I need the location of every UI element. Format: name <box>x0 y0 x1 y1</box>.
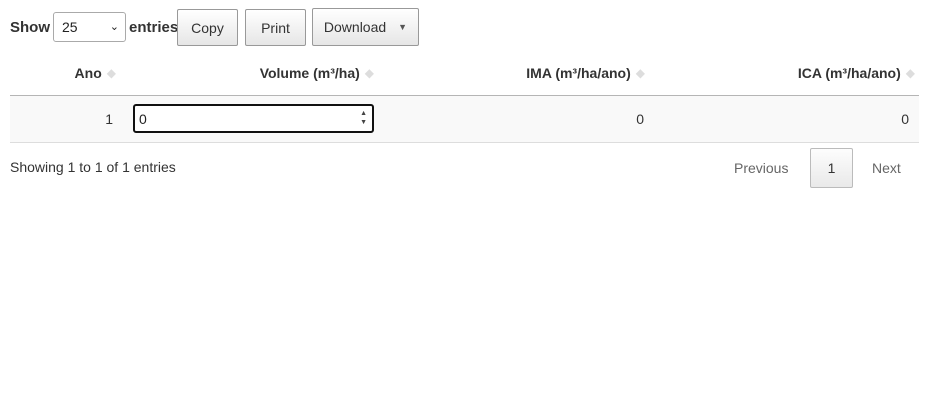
column-header-ano[interactable]: Ano ◆ <box>75 65 116 81</box>
column-header-volume[interactable]: Volume (m³/ha) ◆ <box>260 65 374 81</box>
volume-input[interactable]: 0 ▲ ▼ <box>133 104 374 133</box>
column-header-label: ICA (m³/ha/ano) <box>797 65 901 81</box>
chevron-down-icon: ⌄ <box>109 21 119 33</box>
length-label-suffix: entries <box>129 18 179 36</box>
page-button-1[interactable]: 1 <box>810 148 853 188</box>
cell-ica: 0 <box>901 111 909 127</box>
sort-icon: ◆ <box>635 66 645 80</box>
download-button-label: Download <box>323 19 387 35</box>
print-button[interactable]: Print <box>245 9 306 46</box>
spin-button-icon[interactable]: ▲ ▼ <box>360 109 367 127</box>
column-header-label: IMA (m³/ha/ano) <box>526 65 631 81</box>
download-button[interactable]: Download ▼ <box>312 8 419 46</box>
cell-ima: 0 <box>636 111 644 127</box>
page-length-value: 25 <box>62 19 78 35</box>
sort-icon: ◆ <box>106 66 116 80</box>
caret-down-icon: ▼ <box>398 22 408 32</box>
data-table: Ano ◆ Volume (m³/ha) ◆ IMA (m³/ha/ano) ◆ IC… <box>10 56 919 143</box>
sort-icon: ◆ <box>364 66 374 80</box>
column-header-label: Ano <box>74 65 102 81</box>
volume-input-value: 0 <box>139 110 147 127</box>
page-length-select[interactable]: 25 ⌄ <box>53 12 126 42</box>
table-row: 1 0 ▲ ▼ 0 0 <box>10 96 919 143</box>
column-header-ica[interactable]: ICA (m³/ha/ano) ◆ <box>798 65 915 81</box>
table-header: Ano ◆ Volume (m³/ha) ◆ IMA (m³/ha/ano) ◆ IC… <box>10 56 919 96</box>
sort-icon: ◆ <box>905 66 915 80</box>
length-label-prefix: Show <box>10 18 50 36</box>
cell-ano: 1 <box>105 111 113 127</box>
column-header-ima[interactable]: IMA (m³/ha/ano) ◆ <box>526 65 645 81</box>
copy-button[interactable]: Copy <box>177 9 238 46</box>
next-page-button[interactable]: Next <box>872 160 901 176</box>
length-menu: Show 25 ⌄ entries <box>10 8 178 46</box>
previous-page-button[interactable]: Previous <box>734 160 788 176</box>
column-header-label: Volume (m³/ha) <box>259 65 360 81</box>
table-info: Showing 1 to 1 of 1 entries <box>10 159 176 175</box>
